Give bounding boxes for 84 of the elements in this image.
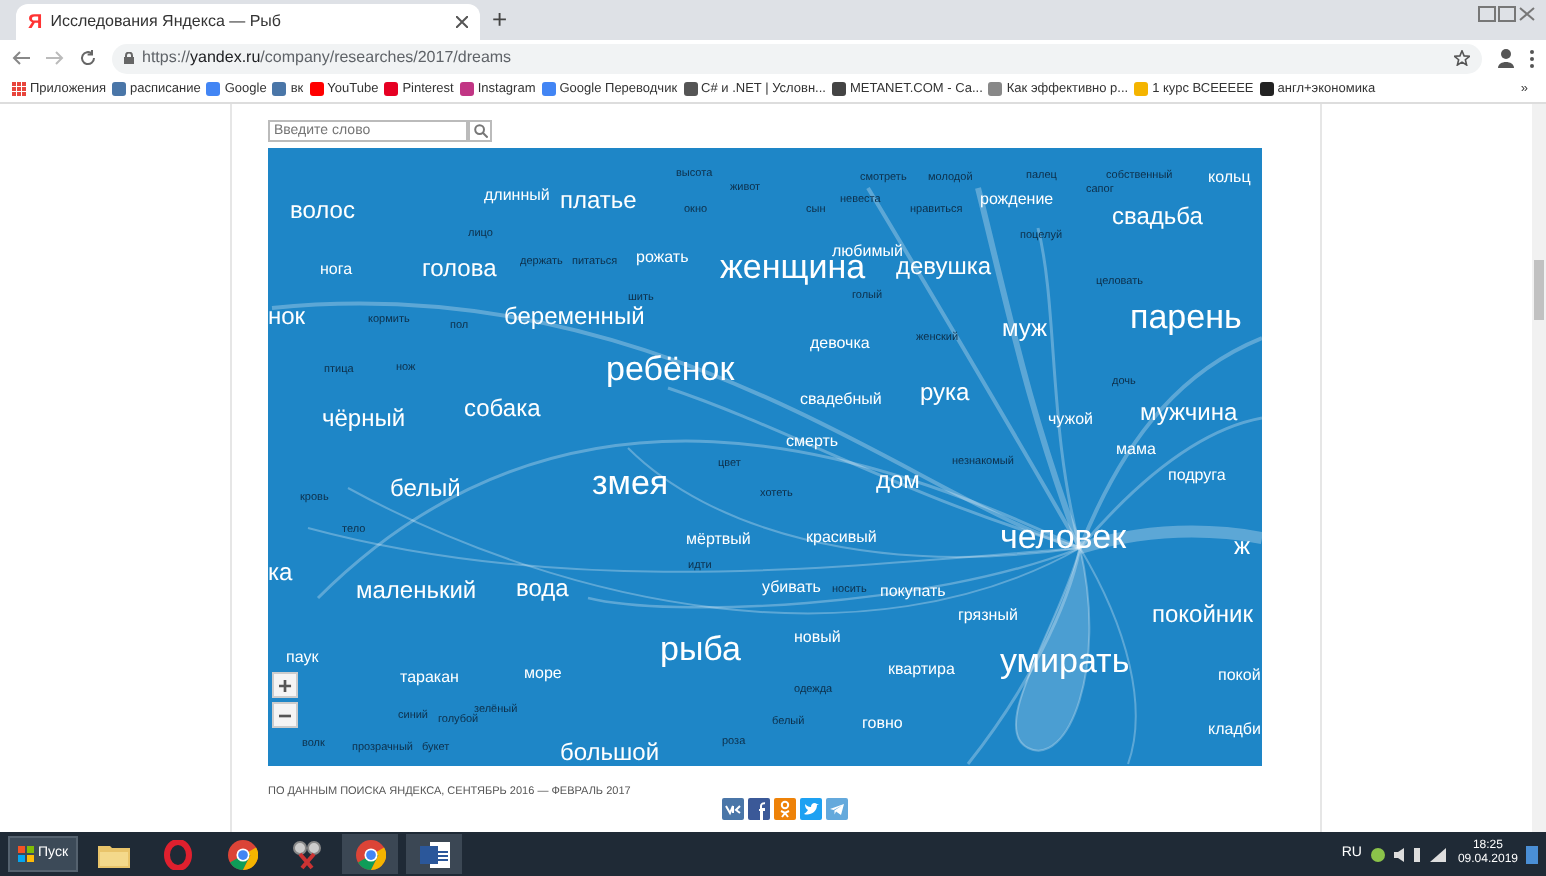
cloud-word[interactable]: змея bbox=[592, 465, 669, 500]
cloud-word[interactable]: нога bbox=[320, 261, 353, 278]
search-button[interactable] bbox=[468, 120, 492, 142]
cloud-word[interactable]: говно bbox=[862, 715, 903, 732]
search-icon bbox=[473, 124, 487, 138]
scrollbar[interactable] bbox=[1532, 104, 1546, 832]
browser-tab[interactable]: Я Исследования Яндекса — Рыб bbox=[16, 4, 480, 40]
window-controls-drawing[interactable] bbox=[1478, 6, 1538, 22]
zoom-in-button[interactable]: + bbox=[272, 672, 298, 698]
taskbar-app[interactable] bbox=[406, 834, 463, 874]
cloud-word[interactable]: девочка bbox=[810, 335, 870, 352]
cloud-word[interactable]: мама bbox=[1116, 441, 1156, 458]
tray-icons-drawing[interactable] bbox=[1369, 845, 1450, 863]
profile-icon[interactable] bbox=[1498, 48, 1514, 68]
cloud-word[interactable]: парень bbox=[1130, 299, 1242, 334]
cloud-word[interactable]: рождение bbox=[980, 191, 1054, 208]
cloud-word[interactable]: дом bbox=[876, 468, 920, 493]
cloud-word[interactable]: покупать bbox=[880, 583, 946, 600]
lock-icon bbox=[124, 52, 134, 64]
cloud-word[interactable]: маленький bbox=[356, 578, 477, 603]
cloud-word[interactable]: ребёнок bbox=[606, 351, 735, 386]
twitter-share-icon[interactable] bbox=[800, 798, 822, 820]
chrome-icon bbox=[355, 839, 386, 869]
cloud-word[interactable]: собака bbox=[464, 396, 541, 421]
cloud-word[interactable]: вода bbox=[516, 576, 569, 601]
reload-icon[interactable] bbox=[80, 50, 96, 66]
opera-icon bbox=[164, 839, 193, 869]
cloud-word[interactable]: человек bbox=[1000, 519, 1127, 554]
new-tab-button[interactable]: + bbox=[488, 6, 512, 32]
cloud-word[interactable]: подруга bbox=[1168, 467, 1226, 484]
cloud-word[interactable]: свадьба bbox=[1112, 204, 1203, 229]
facebook-share-icon[interactable] bbox=[748, 798, 770, 820]
cloud-word[interactable]: паук bbox=[286, 649, 319, 666]
cloud-word[interactable]: ка bbox=[268, 560, 293, 585]
star-icon[interactable] bbox=[1454, 50, 1470, 66]
cloud-word[interactable]: муж bbox=[1002, 316, 1048, 341]
back-icon[interactable] bbox=[12, 50, 30, 66]
cloud-word[interactable]: платье bbox=[560, 188, 637, 213]
cloud-word[interactable]: чёрный bbox=[322, 406, 406, 431]
cloud-word[interactable]: волос bbox=[290, 198, 355, 223]
close-icon[interactable] bbox=[456, 16, 468, 28]
cloud-word[interactable]: чужой bbox=[1048, 411, 1094, 428]
cloud-word[interactable]: кольц bbox=[1208, 169, 1251, 186]
windows-flag-icon bbox=[18, 846, 34, 862]
cloud-word[interactable]: красивый bbox=[806, 529, 877, 546]
cloud-word[interactable]: новый bbox=[794, 629, 841, 646]
cloud-word[interactable]: кладби bbox=[1208, 721, 1261, 738]
cloud-word[interactable]: рыба bbox=[660, 631, 741, 666]
cloud-word[interactable]: покой bbox=[1218, 667, 1261, 684]
url-text: https://yandex.ru/company/researches/2017/dreams bbox=[142, 46, 512, 70]
tab-title: Исследования Яндекса — Рыб bbox=[50, 10, 282, 34]
cloud-word[interactable]: длинный bbox=[484, 187, 550, 204]
chrome-icon bbox=[227, 839, 258, 869]
cloud-word[interactable]: море bbox=[524, 665, 562, 682]
cloud-word[interactable]: большой bbox=[560, 740, 660, 765]
cloud-word[interactable]: голова bbox=[422, 256, 497, 281]
document-icon bbox=[419, 839, 450, 869]
cloud-word[interactable]: квартира bbox=[888, 661, 955, 678]
cloud-word[interactable]: ж bbox=[1234, 534, 1251, 559]
cloud-word[interactable]: грязный bbox=[958, 607, 1018, 624]
cloud-word[interactable]: смерть bbox=[786, 433, 839, 450]
scissors-icon bbox=[291, 839, 322, 869]
address-bar[interactable]: https://yandex.ru/company/researches/2017/dreams bbox=[112, 43, 1482, 73]
cloud-word[interactable]: нок bbox=[268, 304, 306, 329]
cloud-word[interactable]: таракан bbox=[400, 669, 459, 686]
cloud-word[interactable]: мужчина bbox=[1140, 400, 1238, 425]
folder-icon bbox=[98, 841, 131, 867]
cloud-word[interactable]: убивать bbox=[762, 579, 821, 596]
taskbar-app[interactable] bbox=[342, 834, 399, 874]
zoom-out-button[interactable]: − bbox=[272, 702, 298, 728]
vk-share-icon[interactable] bbox=[722, 798, 744, 820]
cloud-word[interactable]: мёртвый bbox=[686, 531, 751, 548]
cloud-word[interactable]: девушка bbox=[896, 254, 992, 279]
cloud-word[interactable]: белый bbox=[390, 476, 461, 501]
cloud-word[interactable]: свадебный bbox=[800, 391, 882, 408]
notification-icon[interactable] bbox=[1526, 845, 1538, 863]
cloud-word[interactable]: рожать bbox=[636, 249, 689, 266]
cloud-word[interactable]: покойник bbox=[1152, 602, 1254, 627]
cloud-word[interactable]: рука bbox=[920, 380, 970, 405]
telegram-share-icon[interactable] bbox=[826, 798, 848, 820]
cloud-word[interactable]: любимый bbox=[832, 243, 903, 260]
site-favicon: Я bbox=[28, 9, 43, 37]
cloud-word[interactable]: беременный bbox=[504, 304, 645, 329]
cloud-word[interactable]: умирать bbox=[1000, 643, 1130, 678]
